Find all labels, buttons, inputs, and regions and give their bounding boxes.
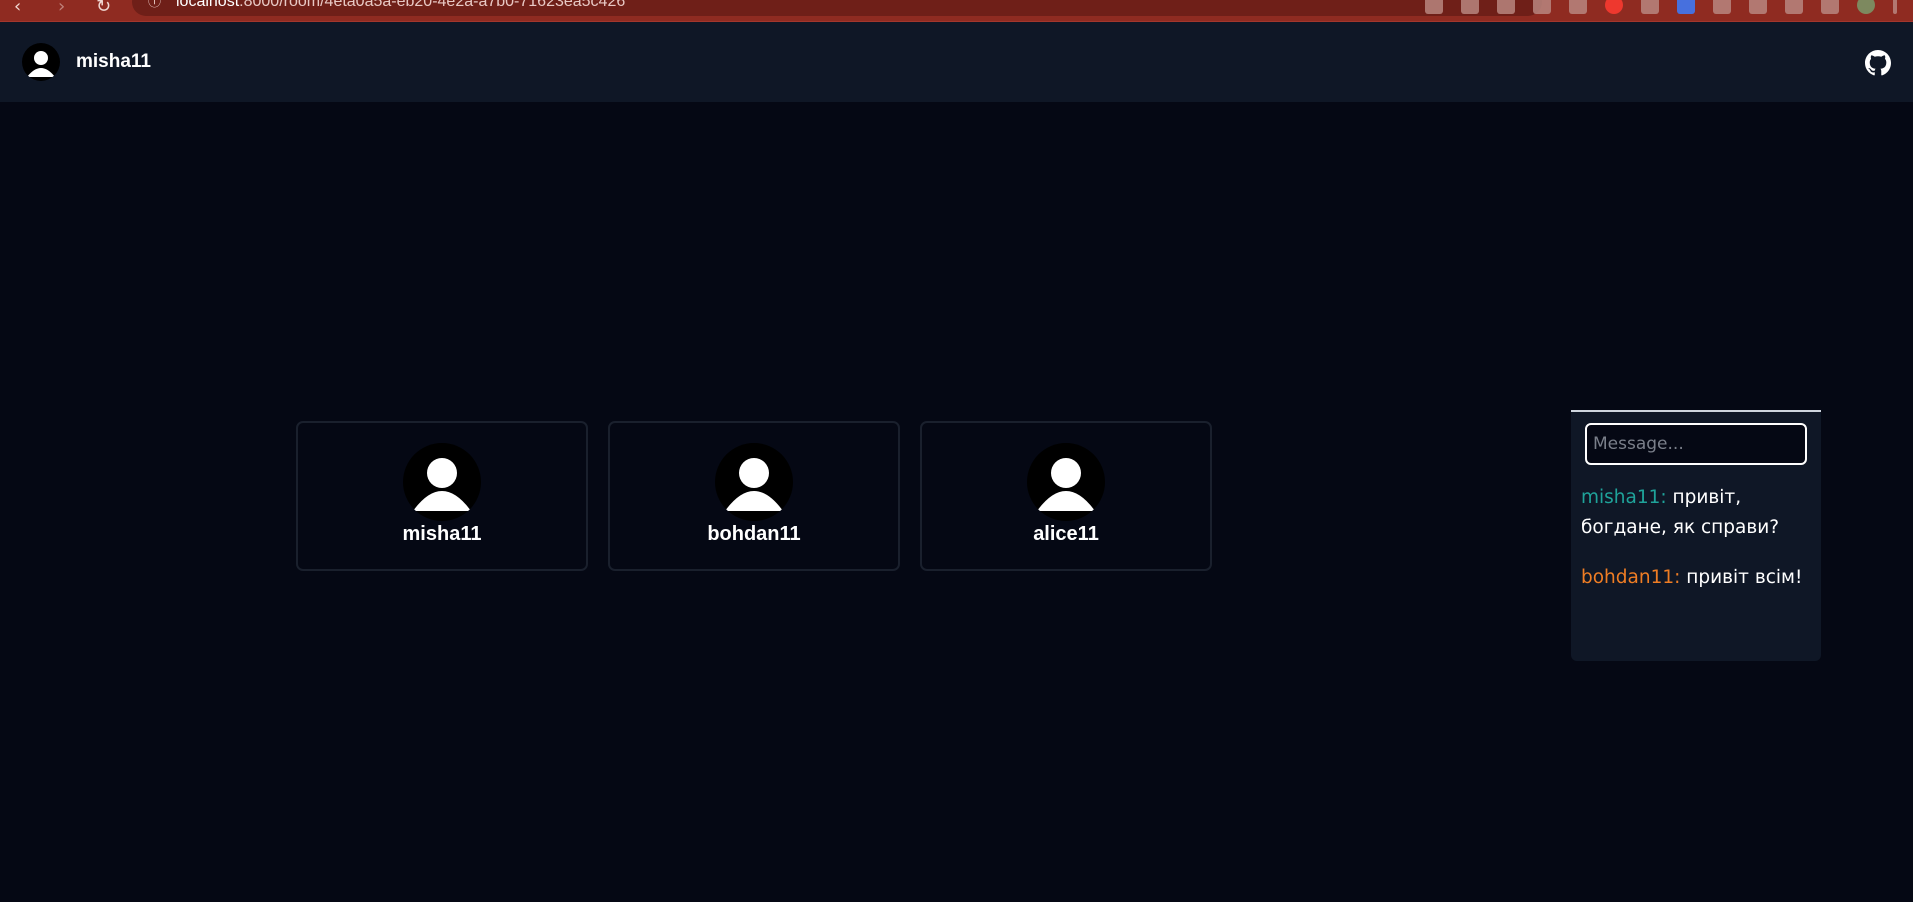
message-author: misha11: — [1581, 487, 1667, 508]
back-icon[interactable]: ‹ — [14, 0, 21, 17]
media-icon[interactable] — [1785, 0, 1803, 14]
message-text: привіт всім! — [1680, 567, 1803, 588]
header-user[interactable]: misha11 — [22, 43, 151, 81]
menu-icon[interactable] — [1893, 0, 1897, 14]
message-author: bohdan11: — [1581, 567, 1681, 588]
chat-message: bohdan11: привіт всім! — [1581, 563, 1813, 593]
message-input[interactable] — [1585, 423, 1807, 465]
bookmark-star-icon[interactable] — [1569, 0, 1587, 14]
puzzle-icon[interactable] — [1749, 0, 1767, 14]
reload-icon[interactable]: ↻ — [96, 0, 111, 17]
user-avatar-icon — [715, 443, 793, 521]
participant-tile[interactable]: alice11 — [920, 421, 1212, 571]
participant-name: alice11 — [1033, 523, 1099, 545]
site-info-icon[interactable]: ⓘ — [148, 0, 161, 16]
chat-panel: misha11: привіт, богдане, як справи? boh… — [1571, 410, 1821, 661]
participant-name: misha11 — [402, 523, 482, 545]
extension-icon[interactable] — [1425, 0, 1443, 14]
extension-icon[interactable] — [1641, 0, 1659, 14]
extension-icon[interactable] — [1497, 0, 1515, 14]
app-header: misha11 — [0, 22, 1913, 102]
user-avatar-icon — [1027, 443, 1105, 521]
url-host: localhost — [176, 0, 240, 10]
message-list: misha11: привіт, богдане, як справи? boh… — [1581, 483, 1813, 613]
url-path: :8000/room/4eta0a5a-eb20-4e2a-a7b0-71623… — [239, 0, 626, 10]
github-icon[interactable] — [1865, 50, 1891, 76]
participant-name: bohdan11 — [707, 523, 801, 545]
window-icon[interactable] — [1821, 0, 1839, 14]
extension-icons — [1425, 0, 1913, 16]
forward-icon[interactable]: › — [58, 0, 65, 17]
extension-icon[interactable] — [1605, 0, 1623, 14]
user-avatar-icon — [403, 443, 481, 521]
extension-icon[interactable] — [1713, 0, 1731, 14]
extension-icon[interactable] — [1461, 0, 1479, 14]
header-username: misha11 — [76, 51, 151, 72]
extension-icon[interactable] — [1677, 0, 1695, 14]
participant-tile[interactable]: misha11 — [296, 421, 588, 571]
user-avatar-icon — [22, 43, 60, 81]
address-bar[interactable]: ⓘ localhost:8000/room/4eta0a5a-eb20-4e2a… — [132, 0, 1542, 16]
profile-icon[interactable] — [1857, 0, 1875, 14]
share-icon[interactable] — [1533, 0, 1551, 14]
participant-tile[interactable]: bohdan11 — [608, 421, 900, 571]
participants-grid: misha11 bohdan11 alice11 — [296, 421, 1212, 571]
browser-toolbar: ‹ › ↻ ⓘ localhost:8000/room/4eta0a5a-eb2… — [0, 0, 1913, 22]
chat-message: misha11: привіт, богдане, як справи? — [1581, 483, 1813, 543]
